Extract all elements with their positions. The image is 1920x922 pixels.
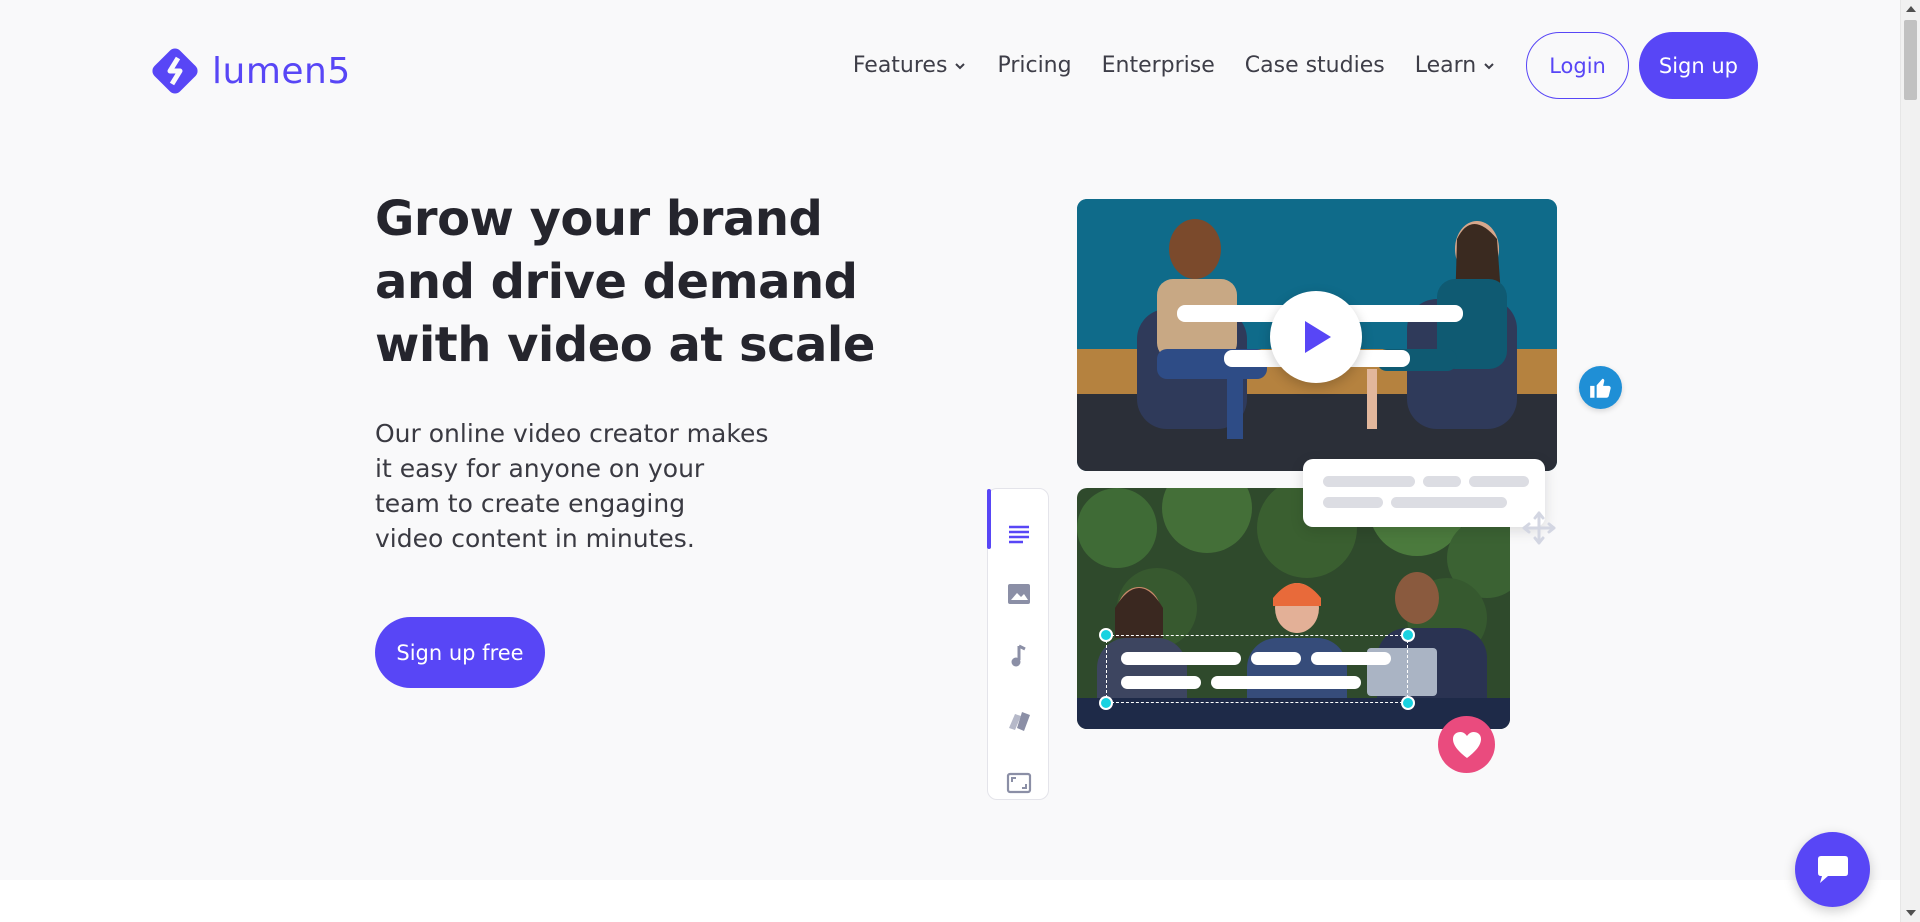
login-button[interactable]: Login <box>1526 32 1629 99</box>
main-nav: Features Pricing Enterprise Case studies… <box>853 32 1758 99</box>
chevron-down-icon <box>955 62 966 69</box>
chat-button[interactable] <box>1795 832 1870 907</box>
page-scrollbar[interactable] <box>1900 0 1920 922</box>
resize-frame-icon[interactable] <box>1005 769 1033 797</box>
brand-cards-icon[interactable] <box>1005 706 1033 734</box>
active-indicator <box>987 489 991 549</box>
image-icon[interactable] <box>1005 580 1033 608</box>
resize-handle[interactable] <box>1099 628 1113 642</box>
placeholder-bar <box>1423 476 1461 487</box>
heart-badge <box>1438 716 1495 773</box>
move-icon <box>1522 511 1556 545</box>
scroll-up-arrow-icon[interactable] <box>1906 6 1916 12</box>
logo-text: lumen5 <box>212 50 351 92</box>
hero-subtitle-line: video content in minutes. <box>375 524 695 553</box>
nav-pricing[interactable]: Pricing <box>997 53 1071 78</box>
nav-pricing-label: Pricing <box>997 53 1072 78</box>
hero-title-line: and drive demand <box>375 254 858 310</box>
nav-learn[interactable]: Learn <box>1415 53 1497 78</box>
thumbs-up-badge <box>1579 366 1622 409</box>
lumen5-logo[interactable]: lumen5 <box>148 44 351 98</box>
play-icon <box>1305 321 1331 353</box>
lumen5-logo-icon <box>152 48 198 94</box>
text-block-card <box>1303 459 1545 527</box>
signup-free-button[interactable]: Sign up free <box>375 617 545 688</box>
text-lines-icon[interactable] <box>1005 520 1033 548</box>
resize-handle[interactable] <box>1099 696 1113 710</box>
music-note-icon[interactable] <box>1005 642 1033 670</box>
placeholder-bar <box>1391 497 1507 508</box>
nav-enterprise-label: Enterprise <box>1101 53 1215 78</box>
nav-learn-label: Learn <box>1414 53 1477 78</box>
play-button[interactable] <box>1270 291 1362 383</box>
chat-bubble-icon <box>1817 855 1848 883</box>
hero-subtitle-line: Our online video creator makes <box>375 419 769 448</box>
nav-case-studies[interactable]: Case studies <box>1245 53 1385 78</box>
text-selection-box[interactable] <box>1099 628 1415 710</box>
nav-enterprise[interactable]: Enterprise <box>1102 53 1215 78</box>
resize-handle[interactable] <box>1401 696 1415 710</box>
placeholder-bar <box>1323 497 1383 508</box>
signup-button[interactable]: Sign up <box>1638 32 1758 99</box>
scroll-down-arrow-icon[interactable] <box>1906 910 1916 916</box>
hero-title-line: Grow your brand <box>375 191 823 247</box>
placeholder-bar <box>1323 476 1415 487</box>
heart-icon <box>1452 731 1481 758</box>
next-section <box>0 880 1900 922</box>
scroll-thumb[interactable] <box>1904 20 1917 100</box>
nav-features[interactable]: Features <box>853 53 968 78</box>
hero-subtitle-line: team to create engaging <box>375 489 686 518</box>
hero-subtitle-line: it easy for anyone on your <box>375 454 705 483</box>
resize-handle[interactable] <box>1401 628 1415 642</box>
hero-title-line: with video at scale <box>375 317 875 373</box>
nav-case-studies-label: Case studies <box>1244 53 1385 78</box>
chevron-down-icon <box>1484 62 1494 69</box>
hero-subtitle: Our online video creator makes it easy f… <box>375 416 815 556</box>
nav-features-label: Features <box>852 53 948 78</box>
hero-title: Grow your brand and drive demand with vi… <box>375 188 875 377</box>
site-header: lumen5 Features Pricing Enterprise Case … <box>0 0 1900 130</box>
thumbs-up-icon <box>1589 378 1611 398</box>
placeholder-bar <box>1469 476 1529 487</box>
editor-sidebar <box>987 488 1049 800</box>
